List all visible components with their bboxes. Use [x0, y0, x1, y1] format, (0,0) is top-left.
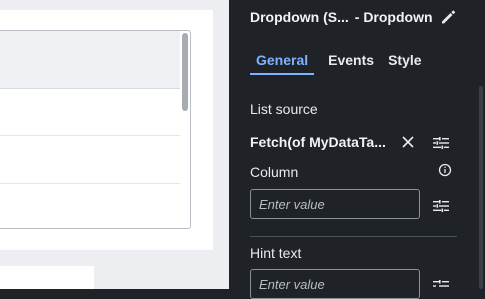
- settings-icon[interactable]: [433, 136, 449, 149]
- design-canvas: [0, 0, 229, 289]
- list-source-row: Fetch(of MyDataTa...: [250, 132, 460, 152]
- component-type: - Dropdown: [354, 9, 433, 25]
- settings-icon[interactable]: [433, 199, 449, 212]
- close-icon[interactable]: [400, 134, 416, 150]
- list-source-label: List source: [250, 101, 318, 117]
- hint-text-label: Hint text: [250, 245, 302, 261]
- list-item[interactable]: [0, 183, 180, 184]
- panel-title-row: Dropdown (S... - Dropdown: [250, 8, 457, 26]
- list-source-value[interactable]: Fetch(of MyDataTa...: [250, 134, 394, 150]
- section-divider: [250, 236, 457, 237]
- column-label: Column: [250, 164, 299, 180]
- tab-style[interactable]: Style: [388, 52, 421, 75]
- canvas-lower-control: [0, 266, 94, 289]
- tab-general[interactable]: General: [250, 52, 315, 75]
- info-icon[interactable]: [438, 163, 452, 177]
- pencil-icon[interactable]: [439, 8, 457, 26]
- listbox-header: [0, 31, 180, 89]
- tab-events[interactable]: Events: [328, 52, 374, 75]
- panel-scrollbar[interactable]: [479, 86, 483, 289]
- listbox-control[interactable]: [0, 30, 191, 229]
- settings-icon[interactable]: [433, 279, 449, 291]
- column-input[interactable]: [250, 189, 420, 219]
- panel-tabs: General Events Style: [250, 52, 422, 75]
- listbox-scrollbar[interactable]: [182, 33, 188, 111]
- properties-panel: Dropdown (S... - Dropdown General Events…: [229, 0, 485, 299]
- list-item[interactable]: [0, 135, 180, 136]
- hint-text-input[interactable]: [250, 269, 420, 299]
- component-name: Dropdown (S...: [250, 9, 349, 25]
